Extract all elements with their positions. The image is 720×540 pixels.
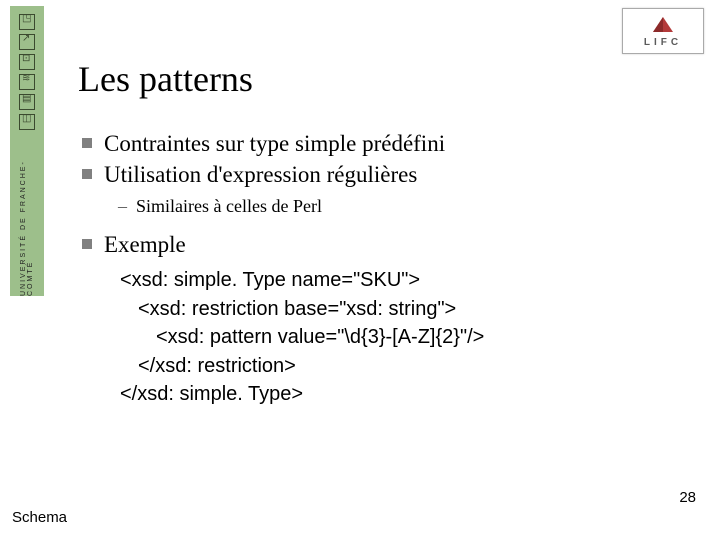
sidebar-vertical-text: UNIVERSITÉ DE FRANCHE-COMTÉ xyxy=(20,140,34,296)
logo-mark-icon xyxy=(650,15,676,35)
sub-bullet-text: Similaires à celles de Perl xyxy=(136,196,322,216)
bullet-item: Contraintes sur type simple prédéfini xyxy=(104,128,678,159)
sidebar-ornament-icon xyxy=(19,74,35,90)
code-block: <xsd: simple. Type name="SKU"> <xsd: res… xyxy=(120,266,678,408)
slide: UNIVERSITÉ DE FRANCHE-COMTÉ LIFC Les pat… xyxy=(0,0,720,540)
sidebar-ornament-icon xyxy=(19,54,35,70)
code-line: <xsd: restriction base="xsd: string"> xyxy=(120,295,678,323)
sidebar-ornament-icon xyxy=(19,114,35,130)
footer-text: Schema xyxy=(12,509,67,526)
bullet-text: Contraintes sur type simple prédéfini xyxy=(104,131,445,156)
sidebar-ornament-icon xyxy=(19,94,35,110)
bullet-text: Utilisation d'expression régulières xyxy=(104,162,417,187)
bullet-text: Exemple xyxy=(104,232,186,257)
code-line: </xsd: simple. Type> xyxy=(120,383,303,405)
sidebar-ornament-icon xyxy=(19,34,35,50)
bullet-item: Utilisation d'expression régulières Simi… xyxy=(104,159,678,219)
bullet-item: Exemple xyxy=(104,229,678,260)
logo-text: LIFC xyxy=(644,37,682,48)
sidebar-ornament-icon xyxy=(19,14,35,30)
code-line: <xsd: pattern value="\d{3}-[A-Z]{2}"/> xyxy=(120,323,678,351)
left-sidebar: UNIVERSITÉ DE FRANCHE-COMTÉ xyxy=(10,6,44,296)
slide-title: Les patterns xyxy=(78,58,253,100)
slide-body: Contraintes sur type simple prédéfini Ut… xyxy=(78,128,678,408)
code-line: <xsd: simple. Type name="SKU"> xyxy=(120,269,420,291)
sub-bullet-item: Similaires à celles de Perl xyxy=(136,194,678,219)
lifc-logo: LIFC xyxy=(622,8,704,54)
page-number: 28 xyxy=(679,489,696,506)
code-line: </xsd: restriction> xyxy=(120,352,678,380)
